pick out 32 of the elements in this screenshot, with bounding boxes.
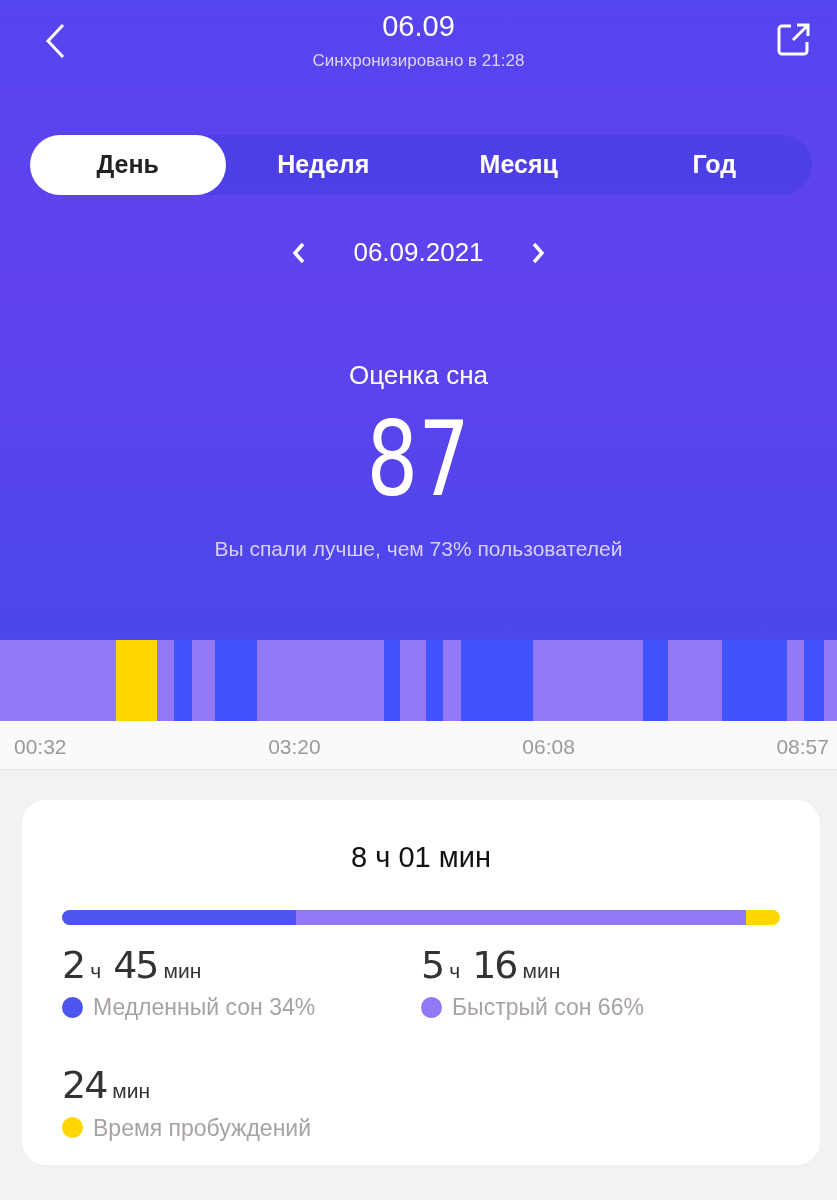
duration-unit: ч — [449, 958, 461, 982]
period-tab[interactable]: Год — [616, 135, 812, 195]
comparison-text: Вы спали лучше, чем 73% пользователей — [213, 536, 624, 562]
chevron-left-icon — [292, 242, 307, 265]
duration-unit: мин — [522, 958, 561, 982]
duration-value: 24 — [62, 1062, 107, 1107]
duration-unit: мин — [163, 958, 202, 982]
total-duration: 8 ч 01 мин — [350, 840, 492, 875]
sync-status: Синхронизировано в 21:28 — [312, 51, 525, 70]
sleep-score: 87 — [366, 407, 471, 511]
duration-value: 5 — [421, 942, 444, 987]
legend-label: Медленный сон 34% — [93, 993, 316, 1023]
period-tab[interactable]: Неделя — [225, 135, 421, 195]
date-label: 06.09.2021 — [353, 236, 484, 269]
chevron-right-icon — [530, 242, 545, 265]
period-tab[interactable]: Месяц — [421, 135, 617, 195]
duration-unit: мин — [112, 1078, 151, 1102]
period-tab[interactable]: День — [30, 135, 226, 195]
score-label: Оценка сна — [347, 359, 490, 392]
duration-value: 16 — [472, 942, 517, 987]
duration-unit: ч — [90, 958, 102, 982]
legend-label: Быстрый сон 66% — [452, 993, 644, 1023]
time-label: 08:57 — [776, 734, 829, 760]
time-label: 03:20 — [268, 734, 321, 760]
duration-value: 45 — [113, 942, 158, 987]
time-label: 06:08 — [522, 734, 575, 760]
back-icon — [44, 22, 66, 60]
legend-label: Время пробуждений — [93, 1113, 312, 1143]
time-label: 00:32 — [14, 734, 67, 760]
duration-value: 2 — [62, 942, 85, 987]
header-title: 06.09 — [382, 10, 455, 42]
share-icon — [777, 22, 811, 56]
